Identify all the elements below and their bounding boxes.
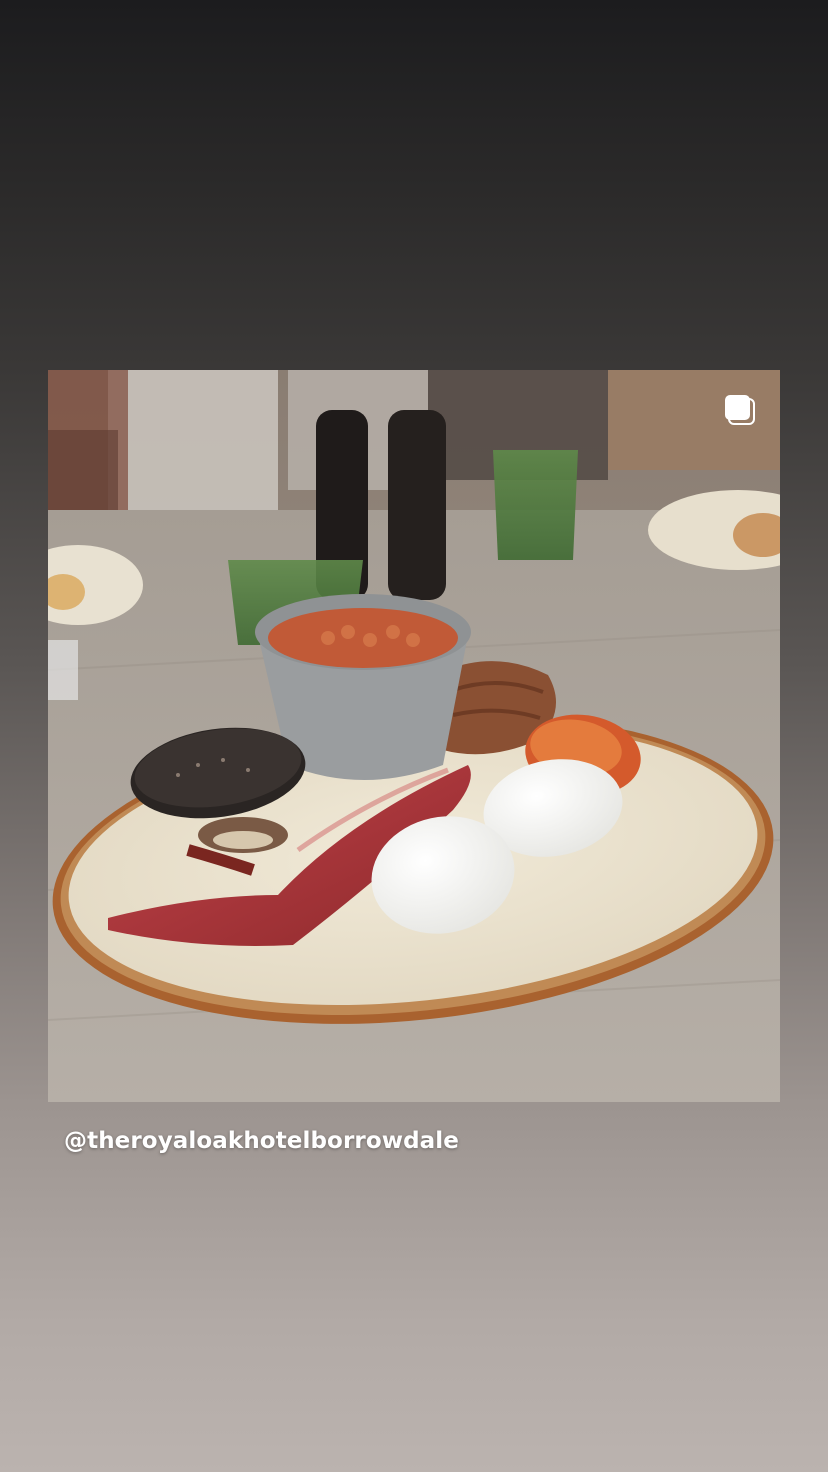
shared-post-card[interactable]: [48, 370, 780, 1102]
post-photo: [48, 370, 780, 1102]
story-viewer: @theroyaloakhotelborrowdale: [0, 0, 828, 1472]
carousel-multiple-icon: [725, 395, 755, 425]
post-username-link[interactable]: @theroyaloakhotelborrowdale: [64, 1128, 459, 1154]
